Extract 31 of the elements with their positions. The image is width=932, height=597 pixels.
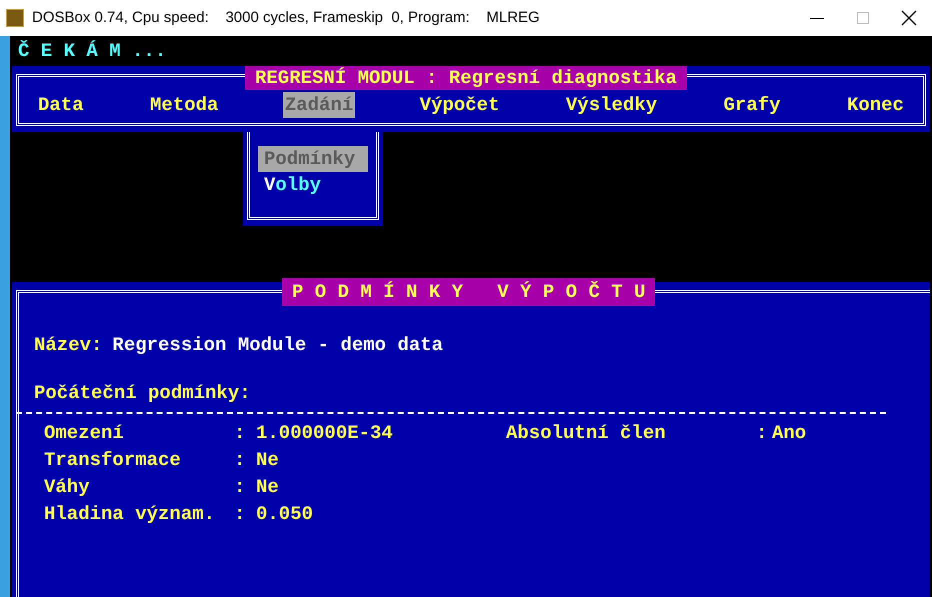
param-separator: : [234, 448, 246, 473]
window-title: DOSBox 0.74, Cpu speed: 3000 cycles, Frameskip 0, Program: MLREG [32, 8, 540, 28]
param-label: Transformace [44, 448, 182, 473]
param-label: Absolutní člen [506, 421, 667, 446]
param-value: Ne [256, 448, 280, 473]
param-label: Omezení [44, 421, 125, 446]
panel-title: P O D M Í N K Y V Ý P O Č T U [282, 278, 656, 306]
menu-item[interactable]: Konec [844, 92, 906, 118]
param-separator: : [234, 421, 246, 446]
panel-title: REGRESNÍ MODUL : Regresní diagnostika [245, 66, 687, 90]
app-icon [6, 9, 24, 27]
menu-item[interactable]: Data [36, 92, 86, 118]
param-value: Ne [256, 475, 280, 500]
param-label: Hladina význam. [44, 502, 216, 527]
name-field[interactable]: Regression Module - demo data [112, 332, 532, 358]
menu-item[interactable]: Výpočet [418, 92, 502, 118]
section-label: Počáteční podmínky: [34, 381, 252, 406]
param-value: 0.050 [256, 502, 314, 527]
menu-item[interactable]: Metoda [148, 92, 220, 118]
menu-item[interactable]: Grafy [722, 92, 783, 118]
name-label: Název: [34, 333, 102, 358]
param-separator: : [756, 421, 768, 446]
param-label: Váhy [44, 475, 91, 500]
close-icon [901, 10, 917, 26]
param-value: Ano [772, 421, 808, 446]
param-value: 1.000000E-34 [256, 421, 394, 446]
dropdown-item[interactable]: Volby [258, 172, 368, 198]
status-text: Č E K Á M ... [18, 39, 166, 64]
param-separator: : [234, 475, 246, 500]
param-separator: : [234, 502, 246, 527]
menu-item[interactable]: Výsledky [564, 92, 660, 118]
